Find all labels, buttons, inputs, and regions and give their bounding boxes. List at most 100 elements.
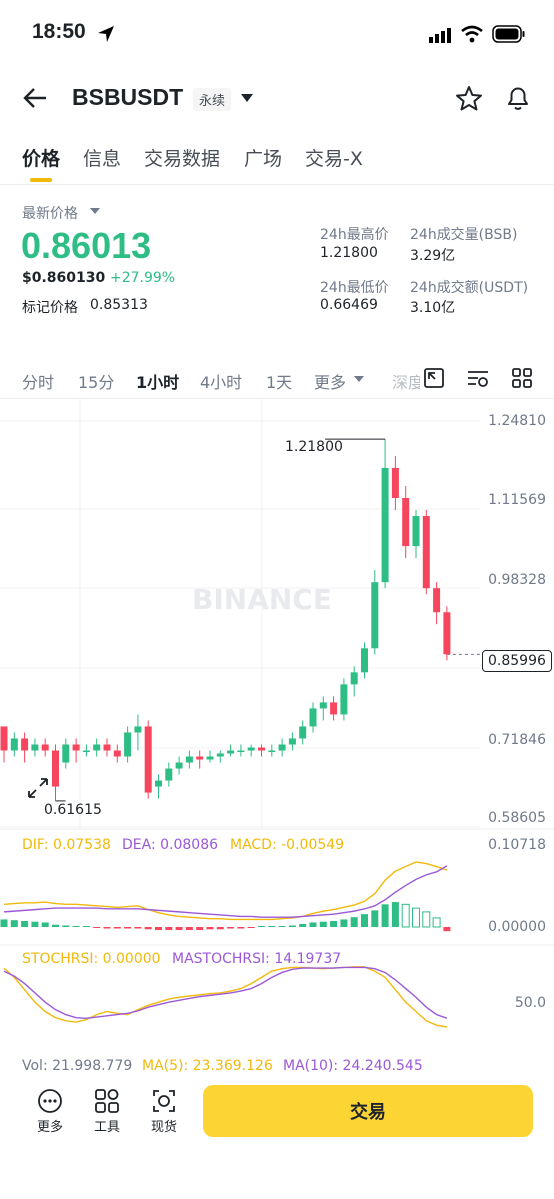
macd-histogram-bar [443,927,451,932]
mastochrsi-label: MASTOCHRSI: 14.19737 [172,951,342,967]
candle-body [185,756,193,763]
indicator-settings-icon[interactable] [466,367,490,389]
tools-label: 工具 [93,1120,120,1135]
candle-body [21,738,29,751]
candle-body [350,672,358,685]
candle-body [402,498,410,547]
expand-icon[interactable] [26,776,50,800]
candle-body [340,684,348,715]
macd-histogram-bar [52,924,59,927]
high-value: 1.21800 [320,245,378,261]
macd-histogram-bar [10,920,18,927]
macd-histogram-bar [288,925,296,927]
candle-body [381,467,389,583]
candle-body [412,516,420,547]
symbol-title[interactable]: BSBUSDT [72,84,183,111]
macd-histogram-bar [299,923,307,927]
candle-body [247,747,255,751]
contract-type-tag: 永续 [193,88,232,111]
candle-body [433,588,441,613]
macd-histogram-bar [422,911,431,928]
tools-button[interactable]: 工具 [84,1088,130,1135]
dif-label: DIF: 0.07538 [22,837,111,853]
more-button[interactable]: 更多 [27,1088,73,1135]
macd-histogram-bar [350,917,358,927]
price-axis-label: 1.24810 [488,413,546,429]
macd-histogram-bar [103,927,111,929]
stoch-axis-label: 50.0 [514,995,546,1011]
spot-button[interactable]: 现货 [141,1088,187,1135]
macd-histogram-bar [155,927,162,931]
cellular-signal-icon [429,28,451,43]
macd-label: MACD: -0.00549 [230,837,345,853]
candle-body [206,756,214,760]
watermark-text: BINANCE [192,583,332,616]
tab-square[interactable]: 广场 [244,144,282,171]
macd-histogram-bar [319,921,327,927]
interval-15m[interactable]: 15分 [78,369,114,393]
vol-label: Vol: 21.998.779 [22,1058,133,1074]
candle-body [124,732,132,757]
caret-down-small-icon[interactable] [90,208,100,215]
candle-body [422,516,430,589]
low-marker-label: 0.61615 [44,802,102,818]
wifi-icon [461,25,483,43]
layout-grid-icon[interactable] [511,367,533,389]
turnover-label: 24h成交额(USDT) [410,280,529,296]
interval-4h[interactable]: 4小时 [200,369,242,393]
trade-button[interactable]: 交易 [203,1085,533,1137]
candle-body [309,708,317,727]
price-axis-label: 0.58605 [488,810,546,826]
macd-axis-label: 0.10718 [488,837,546,853]
macd-histogram-bar [278,926,286,927]
tab-trading-data[interactable]: 交易数据 [144,144,220,171]
candle-body [319,702,327,709]
macd-histogram-bar [258,926,265,927]
interval-more[interactable]: 更多 [314,369,346,393]
more-caret-icon[interactable] [354,376,364,383]
tab-info[interactable]: 信息 [83,144,121,171]
tools-grid-icon [95,1089,119,1113]
tab-trade-x[interactable]: 交易-X [305,144,363,171]
interval-depth[interactable]: 深度 [392,369,420,393]
macd-histogram-bar [21,920,29,927]
dea-line [3,865,448,918]
last-price-label[interactable]: 最新价格 [22,203,78,223]
chart-settings-icon[interactable] [423,367,445,389]
interval-1h[interactable]: 1小时 [136,369,179,393]
candle-body [258,747,265,751]
candle-body [41,744,49,751]
active-tab-indicator [30,178,52,182]
macd-histogram-bar [309,922,317,927]
macd-histogram-bar [361,914,368,927]
candle-body [299,726,307,739]
candle-body [371,582,379,649]
dea-label: DEA: 0.08086 [122,837,219,853]
macd-histogram-bar [371,910,379,927]
interval-1d[interactable]: 1天 [266,369,292,393]
interval-time[interactable]: 分时 [22,369,54,393]
back-arrow-icon[interactable] [22,86,48,110]
battery-icon [492,25,525,43]
tab-price[interactable]: 价格 [22,144,60,171]
volume-value: 3.29亿 [410,248,456,264]
macd-histogram-bar [227,927,235,929]
macd-histogram-bar [381,904,389,927]
macd-histogram-bar [144,927,152,930]
bell-alert-icon[interactable] [505,84,531,112]
candle-body [62,744,70,763]
price-axis-label: 1.11569 [488,492,546,508]
macd-histogram-bar [41,922,49,927]
macd-histogram-bar [401,903,410,928]
macd-histogram-bar [0,919,8,927]
high-marker-label: 1.21800 [285,439,343,455]
current-price-tag: 0.85996 [482,650,552,672]
usd-price: $0.860130 [22,270,106,286]
volume-label: 24h成交量(BSB) [410,227,518,243]
candle-body [268,750,276,752]
star-favorite-icon[interactable] [455,85,483,111]
macd-histogram-bar [72,926,80,927]
macd-histogram-bar [134,927,142,929]
candle-body [443,612,451,655]
caret-down-icon[interactable] [240,93,254,103]
